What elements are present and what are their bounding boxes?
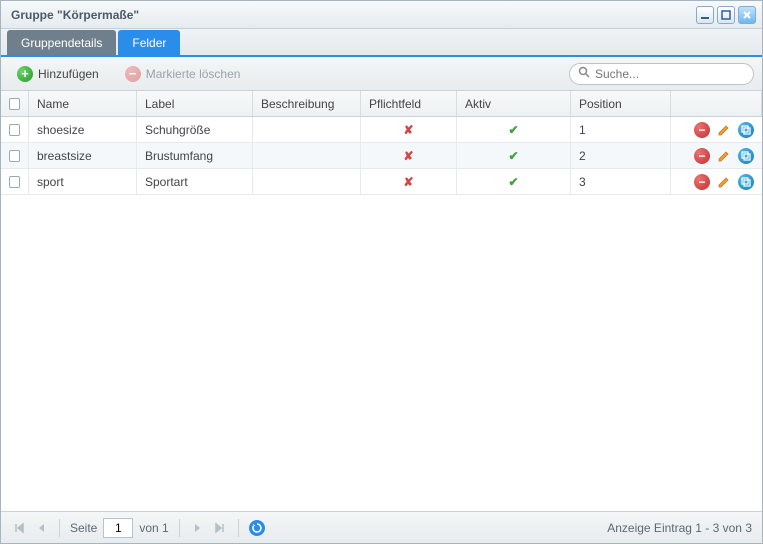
prev-page-button[interactable] [33, 520, 49, 536]
cell-position: 2 [571, 143, 671, 168]
pager: Seite von 1 Anzeige Eintrag 1 - 3 von 3 [1, 511, 762, 543]
copy-icon [741, 151, 751, 161]
pager-separator [179, 519, 180, 537]
table-row[interactable]: breastsize Brustumfang ✘ ✔ 2 − [1, 143, 762, 169]
x-icon: ✘ [403, 123, 413, 137]
row-duplicate-button[interactable] [738, 174, 754, 190]
chevron-right-icon [193, 522, 203, 534]
page-label: Seite [70, 521, 97, 535]
cell-name: shoesize [29, 117, 137, 142]
row-duplicate-button[interactable] [738, 122, 754, 138]
search-input[interactable] [595, 67, 750, 81]
window-title: Gruppe "Körpermaße" [11, 8, 693, 22]
plus-icon: + [17, 66, 33, 82]
column-header-actions [671, 91, 762, 116]
search-icon [578, 66, 590, 81]
row-checkbox[interactable] [9, 124, 20, 136]
search-box[interactable] [569, 63, 754, 85]
column-header-beschreibung[interactable]: Beschreibung [253, 91, 361, 116]
chevron-left-icon [36, 522, 46, 534]
maximize-button[interactable] [717, 6, 735, 24]
minimize-button[interactable] [696, 6, 714, 24]
first-page-icon [13, 522, 25, 534]
row-checkbox[interactable] [9, 176, 20, 188]
cell-name: breastsize [29, 143, 137, 168]
pager-status: Anzeige Eintrag 1 - 3 von 3 [607, 521, 752, 535]
column-header-position[interactable]: Position [571, 91, 671, 116]
add-button-label: Hinzufügen [38, 67, 99, 81]
row-delete-button[interactable]: − [694, 174, 710, 190]
page-input[interactable] [103, 518, 133, 538]
cell-label: Sportart [137, 169, 253, 194]
x-icon: ✘ [403, 175, 413, 189]
pager-separator [59, 519, 60, 537]
pencil-icon [717, 123, 731, 137]
cell-name: sport [29, 169, 137, 194]
x-icon: ✘ [403, 149, 413, 163]
pencil-icon [717, 149, 731, 163]
tab-gruppendetails[interactable]: Gruppendetails [7, 30, 116, 55]
next-page-button[interactable] [190, 520, 206, 536]
select-all-checkbox[interactable] [9, 98, 20, 110]
last-page-icon [214, 522, 226, 534]
maximize-icon [721, 10, 731, 20]
table-row[interactable]: sport Sportart ✘ ✔ 3 − [1, 169, 762, 195]
grid-body: shoesize Schuhgröße ✘ ✔ 1 − breastsize B… [1, 117, 762, 511]
row-edit-button[interactable] [716, 174, 732, 190]
refresh-icon [252, 523, 262, 533]
pencil-icon [717, 175, 731, 189]
column-header-aktiv[interactable]: Aktiv [457, 91, 571, 116]
cell-position: 3 [571, 169, 671, 194]
header-checkbox-cell [1, 91, 29, 116]
check-icon: ✔ [508, 175, 518, 189]
copy-icon [741, 125, 751, 135]
close-icon [742, 10, 752, 20]
table-row[interactable]: shoesize Schuhgröße ✘ ✔ 1 − [1, 117, 762, 143]
close-button[interactable] [738, 6, 756, 24]
cell-position: 1 [571, 117, 671, 142]
pager-separator [238, 519, 239, 537]
window: Gruppe "Körpermaße" Gruppendetails Felde… [0, 0, 763, 544]
delete-selected-button[interactable]: − Markierte löschen [117, 63, 249, 85]
toolbar: + Hinzufügen − Markierte löschen [1, 57, 762, 91]
cell-label: Brustumfang [137, 143, 253, 168]
grid-header: Name Label Beschreibung Pflichtfeld Akti… [1, 91, 762, 117]
add-button[interactable]: + Hinzufügen [9, 63, 107, 85]
cell-beschreibung [253, 169, 361, 194]
titlebar: Gruppe "Körpermaße" [1, 1, 762, 29]
first-page-button[interactable] [11, 520, 27, 536]
refresh-button[interactable] [249, 520, 265, 536]
row-delete-button[interactable]: − [694, 122, 710, 138]
row-edit-button[interactable] [716, 122, 732, 138]
cell-beschreibung [253, 143, 361, 168]
column-header-label[interactable]: Label [137, 91, 253, 116]
row-delete-button[interactable]: − [694, 148, 710, 164]
cell-label: Schuhgröße [137, 117, 253, 142]
page-of-label: von 1 [139, 521, 168, 535]
row-edit-button[interactable] [716, 148, 732, 164]
row-checkbox[interactable] [9, 150, 20, 162]
tab-felder[interactable]: Felder [118, 30, 180, 55]
copy-icon [741, 177, 751, 187]
column-header-pflichtfeld[interactable]: Pflichtfeld [361, 91, 457, 116]
cell-beschreibung [253, 117, 361, 142]
minimize-icon [700, 10, 710, 20]
minus-icon: − [125, 66, 141, 82]
check-icon: ✔ [508, 123, 518, 137]
delete-selected-label: Markierte löschen [146, 67, 241, 81]
column-header-name[interactable]: Name [29, 91, 137, 116]
check-icon: ✔ [508, 149, 518, 163]
tabbar: Gruppendetails Felder [1, 29, 762, 57]
row-duplicate-button[interactable] [738, 148, 754, 164]
last-page-button[interactable] [212, 520, 228, 536]
